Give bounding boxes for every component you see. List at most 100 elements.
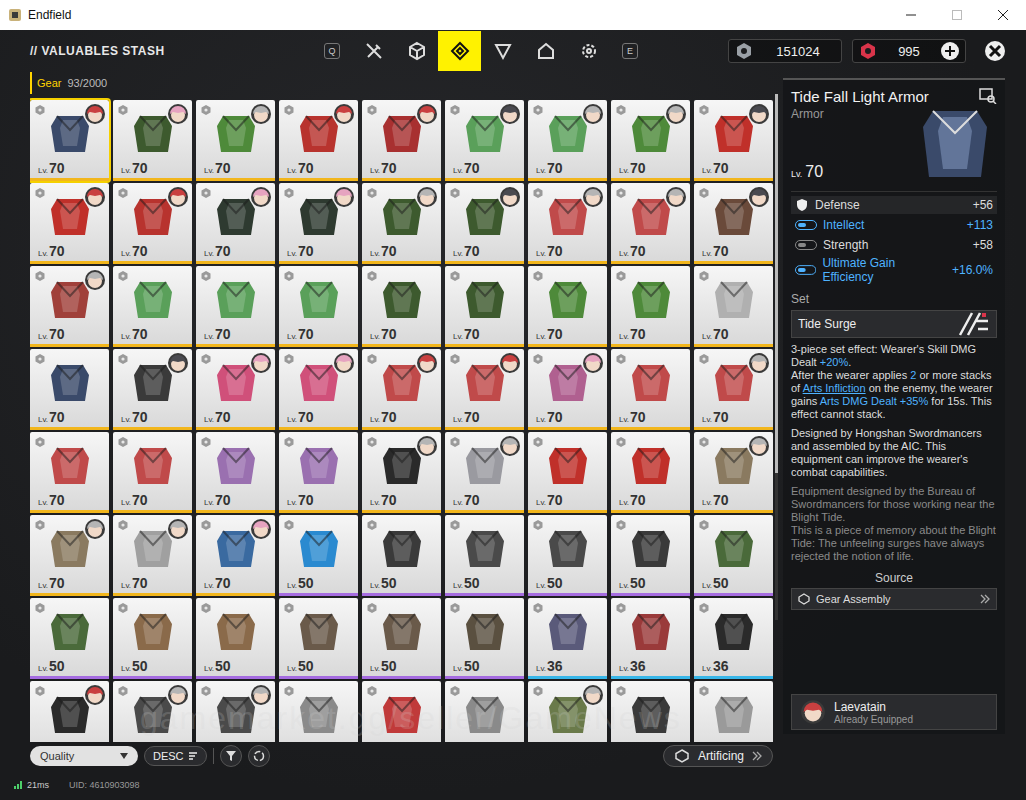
category-tab[interactable]	[567, 31, 610, 71]
gear-type-icon	[532, 187, 544, 199]
gear-card[interactable]: Lv.70	[113, 515, 192, 596]
gear-card[interactable]: Lv.70	[196, 183, 275, 264]
category-tab[interactable]	[395, 31, 438, 71]
gear-card[interactable]: Lv.70	[30, 515, 109, 596]
gear-card[interactable]: Lv.50	[279, 515, 358, 596]
rarity-strip	[196, 510, 275, 513]
gear-card[interactable]: Lv.70	[694, 432, 773, 513]
gear-card[interactable]: Lv.50	[30, 598, 109, 679]
filter-button[interactable]	[220, 745, 242, 767]
gear-card[interactable]	[611, 681, 690, 742]
gear-card[interactable]: Lv.70	[30, 266, 109, 347]
gear-card[interactable]: Lv.70	[279, 183, 358, 264]
gear-card[interactable]: Lv.70	[528, 266, 607, 347]
minimize-button[interactable]	[888, 0, 934, 30]
gear-card[interactable]: Lv.70	[528, 432, 607, 513]
gear-card[interactable]	[30, 681, 109, 742]
gear-card[interactable]: Lv.50	[694, 515, 773, 596]
window-title: Endfield	[28, 8, 71, 22]
gear-card[interactable]: Lv.70	[113, 183, 192, 264]
category-tab[interactable]	[481, 31, 524, 71]
gear-card[interactable]: Lv.70	[611, 349, 690, 430]
gear-card[interactable]: Lv.70	[694, 266, 773, 347]
prev-key-hint[interactable]: Q	[324, 43, 340, 59]
gear-card[interactable]: Lv.70	[611, 100, 690, 181]
add-currency-button[interactable]	[941, 42, 959, 60]
gear-card[interactable]: Lv.70	[30, 183, 109, 264]
gear-card[interactable]: Lv.50	[445, 598, 524, 679]
gear-card[interactable]: Lv.36	[528, 598, 607, 679]
gear-card[interactable]: Lv.50	[362, 515, 441, 596]
gear-card[interactable]: Lv.36	[694, 598, 773, 679]
gear-card[interactable]: Lv.50	[528, 515, 607, 596]
gear-card[interactable]: Lv.70	[279, 349, 358, 430]
order-button[interactable]: DESC	[144, 746, 207, 766]
gear-card[interactable]: Lv.70	[362, 100, 441, 181]
gear-card[interactable]: Lv.70	[445, 349, 524, 430]
gear-card[interactable]: Lv.70	[694, 349, 773, 430]
gear-card[interactable]: Lv.70	[362, 266, 441, 347]
gear-card[interactable]	[445, 681, 524, 742]
equipped-by[interactable]: Laevatain Already Equipped	[791, 694, 997, 730]
gear-card[interactable]: Lv.70	[528, 183, 607, 264]
gear-card[interactable]: Lv.70	[196, 432, 275, 513]
gear-card[interactable]: Lv.70	[694, 100, 773, 181]
close-stash-button[interactable]	[984, 40, 1006, 62]
gear-card[interactable]: Lv.70	[30, 349, 109, 430]
gear-card[interactable]: Lv.70	[196, 515, 275, 596]
gear-card[interactable]: Lv.70	[445, 183, 524, 264]
gear-card[interactable]: Lv.70	[196, 100, 275, 181]
scrollbar[interactable]	[775, 94, 778, 620]
category-tab[interactable]	[438, 31, 481, 71]
gear-card[interactable]: Lv.70	[445, 100, 524, 181]
compare-icon[interactable]	[979, 88, 997, 104]
gear-card[interactable]: Lv.70	[362, 432, 441, 513]
gear-card[interactable]: Lv.70	[362, 349, 441, 430]
gear-card[interactable]: Lv.70	[528, 100, 607, 181]
gear-card[interactable]: Lv.70	[694, 183, 773, 264]
gear-card[interactable]: Lv.50	[611, 515, 690, 596]
gear-card[interactable]: Lv.70	[196, 349, 275, 430]
gear-card[interactable]	[196, 681, 275, 742]
item-level: Lv.70	[287, 492, 314, 508]
gear-type-icon	[34, 104, 46, 116]
category-tab[interactable]	[352, 31, 395, 71]
gear-card[interactable]: Lv.70	[362, 183, 441, 264]
gear-card[interactable]: Lv.70	[279, 100, 358, 181]
gear-card[interactable]: Lv.70	[113, 432, 192, 513]
gear-card[interactable]: Lv.36	[611, 598, 690, 679]
gear-card[interactable]: Lv.70	[445, 432, 524, 513]
rarity-strip	[362, 676, 441, 679]
gear-card[interactable]: Lv.50	[362, 598, 441, 679]
gear-card[interactable]: Lv.70	[279, 432, 358, 513]
gear-card[interactable]: Lv.50	[113, 598, 192, 679]
close-window-button[interactable]	[980, 0, 1026, 30]
gear-card[interactable]: Lv.70	[30, 432, 109, 513]
gear-card[interactable]: Lv.50	[279, 598, 358, 679]
next-key-hint[interactable]: E	[622, 43, 638, 59]
gear-card[interactable]: Lv.70	[279, 266, 358, 347]
recycle-button[interactable]	[248, 745, 270, 767]
gear-card[interactable]	[528, 681, 607, 742]
gear-card[interactable]	[113, 681, 192, 742]
gear-card[interactable]: Lv.70	[196, 266, 275, 347]
gear-card[interactable]: Lv.70	[611, 266, 690, 347]
gear-card[interactable]: Lv.70	[528, 349, 607, 430]
gear-card[interactable]: Lv.50	[196, 598, 275, 679]
gear-card[interactable]: Lv.70	[113, 266, 192, 347]
gear-card[interactable]: Lv.70	[113, 349, 192, 430]
sort-dropdown[interactable]: Quality	[30, 746, 138, 766]
gear-card[interactable]	[362, 681, 441, 742]
artificing-button[interactable]: Artificing	[663, 745, 773, 767]
scroll-thumb[interactable]	[775, 94, 778, 473]
gear-card[interactable]: Lv.50	[445, 515, 524, 596]
gear-card[interactable]: Lv.70	[113, 100, 192, 181]
gear-card[interactable]: Lv.70	[445, 266, 524, 347]
gear-card[interactable]: Lv.70	[611, 183, 690, 264]
gear-card[interactable]	[694, 681, 773, 742]
gear-card[interactable]	[279, 681, 358, 742]
category-tab[interactable]	[524, 31, 567, 71]
source-link[interactable]: Gear Assembly	[791, 588, 997, 610]
gear-card[interactable]: Lv.70	[611, 432, 690, 513]
gear-card[interactable]: Lv.70	[30, 100, 109, 181]
